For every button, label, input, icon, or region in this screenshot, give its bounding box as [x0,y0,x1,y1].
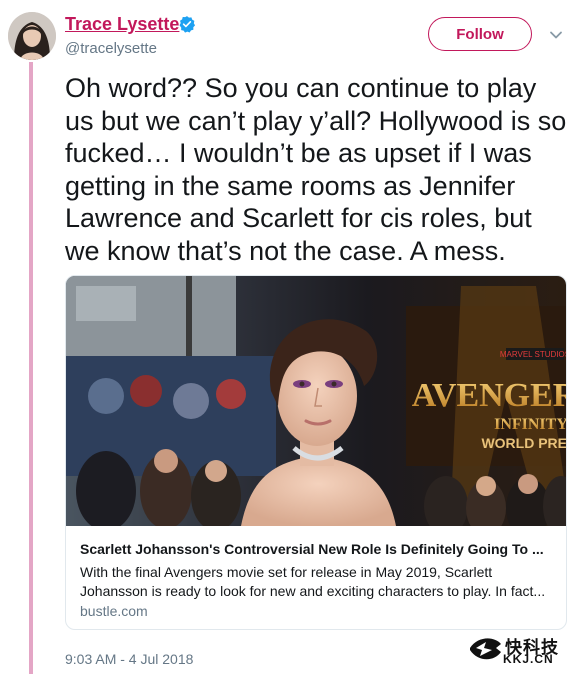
watermark-domain: KKJ.CN [503,652,554,666]
infinity-text: INFINITY [494,416,567,433]
card-domain: bustle.com [80,603,148,619]
avatar-photo [8,12,56,60]
link-card[interactable]: MARVEL STUDIOS AVENGERS INFINITY WORLD P… [65,275,567,630]
world-premiere-text: WORLD PREMI [481,435,567,451]
card-title[interactable]: Scarlett Johansson's Controversial New R… [80,541,554,557]
follow-button[interactable]: Follow [428,17,532,51]
card-description: With the final Avengers movie set for re… [80,563,554,601]
red-carpet-photo: MARVEL STUDIOS AVENGERS INFINITY WORLD P… [66,276,567,526]
chevron-down-icon[interactable] [548,27,564,43]
avatar[interactable] [8,12,56,60]
author-handle[interactable]: @tracelysette [65,40,157,57]
tweet-timestamp[interactable]: 9:03 AM - 4 Jul 2018 [65,651,193,667]
tweet-text: Oh word?? So you can continue to play us… [65,73,567,266]
marvel-studios-text: MARVEL STUDIOS [500,350,567,359]
thread-line [29,62,33,674]
card-description-line: With the final Avengers movie set for re… [80,564,493,580]
card-description-line: Johansson is ready to look for new and e… [80,583,546,599]
verified-badge-icon [179,16,196,33]
author-display-name[interactable]: Trace Lysette [65,14,179,35]
avengers-logo-text: AVENGERS [412,377,567,414]
